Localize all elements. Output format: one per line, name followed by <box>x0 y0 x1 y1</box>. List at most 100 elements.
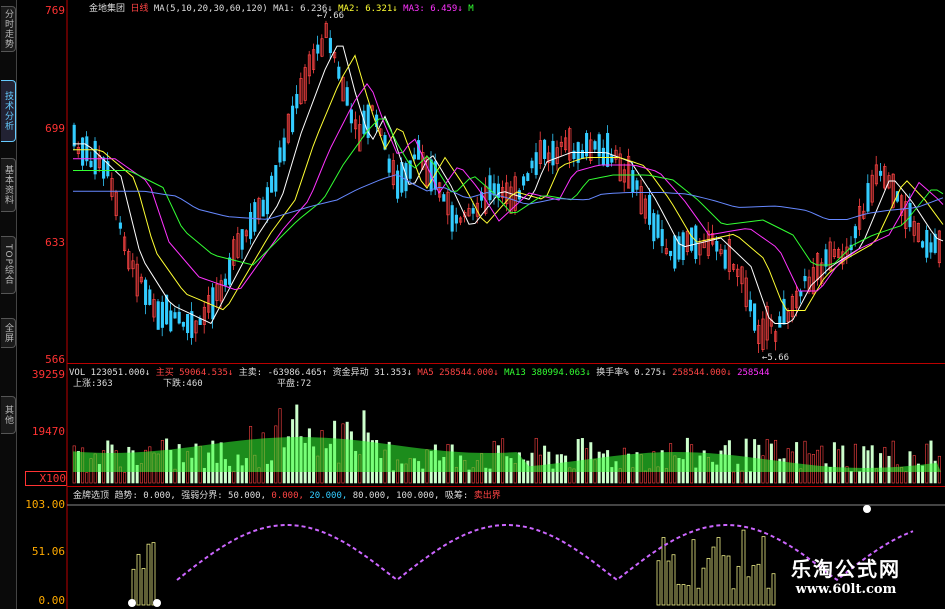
candle-body <box>253 202 257 232</box>
tab-quanping[interactable]: 全屏 <box>1 318 16 348</box>
candle-body <box>173 312 177 319</box>
volume-bar <box>866 450 870 484</box>
volume-bar <box>740 470 744 484</box>
candle-body <box>778 316 782 328</box>
candle-body <box>606 132 610 167</box>
indicator-bar <box>681 584 686 606</box>
candle-body <box>580 150 584 159</box>
candle-body <box>186 313 190 334</box>
candle-body <box>929 242 933 253</box>
indicator-bar <box>761 536 766 606</box>
candle-body <box>337 66 341 79</box>
candle-body <box>240 229 244 250</box>
candle-body <box>265 187 269 215</box>
kline-canvas[interactable] <box>17 0 945 609</box>
tab-jishu[interactable]: 技术分析 <box>1 80 16 142</box>
volume-bar <box>870 445 874 484</box>
volume-bar <box>543 445 547 484</box>
candle-body <box>723 249 727 269</box>
candle-body <box>223 278 227 286</box>
candle-body <box>610 154 614 163</box>
candle-body <box>673 235 677 269</box>
volume-bar <box>832 442 836 484</box>
candle-body <box>454 214 458 224</box>
volume-bar <box>904 471 908 484</box>
candle-body <box>517 190 521 200</box>
tab-qita[interactable]: 其他 <box>1 396 16 434</box>
candle-body <box>534 152 538 175</box>
volume-bar <box>929 440 933 484</box>
candle-body <box>631 170 635 193</box>
volume-bar <box>748 471 752 484</box>
candle-body <box>526 173 530 181</box>
candle-body <box>274 165 278 192</box>
indicator-bar <box>706 558 711 606</box>
indicator-bar <box>146 543 151 606</box>
candle-body <box>442 194 446 202</box>
candle-body <box>228 257 232 285</box>
signal-dot <box>153 599 161 607</box>
candle-body <box>328 37 332 54</box>
candle-body <box>85 136 89 162</box>
candle-body <box>249 211 253 239</box>
volume-bar <box>862 446 866 484</box>
candle-body <box>488 175 492 201</box>
candle-body <box>295 93 299 109</box>
watermark-title: 乐淘公式网 <box>791 557 901 581</box>
candle-body <box>450 205 454 232</box>
volume-bar <box>925 443 929 484</box>
indicator-bar <box>661 537 666 606</box>
candle-body <box>543 139 547 159</box>
candle-body <box>803 276 807 282</box>
indicator-bar <box>141 568 146 606</box>
indicator-bar <box>716 537 721 606</box>
volume-bar <box>643 470 647 484</box>
tab-fenshi[interactable]: 分时走势 <box>1 6 16 52</box>
candle-body <box>866 183 870 212</box>
tab-top[interactable]: TOP综合 <box>1 236 16 294</box>
indicator-bar <box>666 560 671 606</box>
candle-body <box>921 241 925 248</box>
candle-body <box>412 154 416 160</box>
candle-body <box>799 290 803 297</box>
indicator-bar <box>151 542 156 606</box>
indicator-bar <box>711 546 716 606</box>
chart-area[interactable]: 769 699 633 566 金地集团 日线 MA(5,10,20,30,60… <box>17 0 945 609</box>
candle-body <box>93 140 97 175</box>
candle-body <box>601 147 605 165</box>
candle-body <box>593 141 597 150</box>
candle-body <box>198 318 202 325</box>
indicator-bar <box>736 565 741 606</box>
candle-body <box>551 140 555 166</box>
indicator-bar <box>136 553 141 606</box>
candle-body <box>648 194 652 225</box>
volume-bar <box>841 445 845 484</box>
candle-body <box>824 249 828 267</box>
candle-body <box>181 321 185 327</box>
indicator-bar <box>671 554 676 606</box>
indicator-bar <box>721 555 726 606</box>
candle-body <box>81 137 85 166</box>
candle-body <box>160 301 164 328</box>
candle-body <box>72 124 76 147</box>
candle-body <box>753 303 757 331</box>
volume-bar <box>849 471 853 484</box>
volume-bar <box>795 442 799 484</box>
volume-bar <box>232 471 236 484</box>
indicator-bar <box>746 576 751 606</box>
signal-dot <box>863 505 871 513</box>
indicator-bar <box>676 583 681 606</box>
candle-body <box>471 208 475 214</box>
volume-bar <box>85 472 89 484</box>
tab-jiben[interactable]: 基本资料 <box>1 158 16 212</box>
candle-body <box>190 311 194 338</box>
indicator-bar <box>696 587 701 606</box>
candle-body <box>715 240 719 252</box>
candle-body <box>387 158 391 173</box>
volume-bar <box>858 471 862 484</box>
candle-body <box>89 160 93 168</box>
volume-bar <box>391 470 395 484</box>
watermark: 乐淘公式网 www.60lt.com <box>767 553 925 609</box>
candle-body <box>278 147 282 163</box>
volume-bar <box>732 471 736 484</box>
